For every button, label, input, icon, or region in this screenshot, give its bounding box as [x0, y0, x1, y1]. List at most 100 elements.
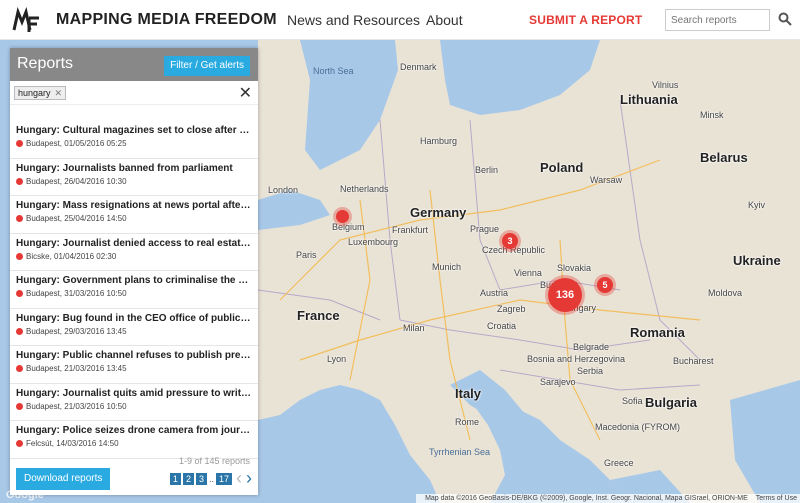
report-title[interactable]: Hungary: Journalist quits amid pressure …: [16, 388, 252, 399]
map-label: Lyon: [327, 354, 347, 364]
filter-tag-label: hungary: [18, 88, 51, 98]
map-label: Vilnius: [652, 80, 679, 90]
map-label: Netherlands: [340, 184, 389, 194]
panel-header: Reports Filter / Get alerts: [10, 48, 258, 81]
page-button[interactable]: 1: [169, 472, 181, 485]
remove-tag-icon[interactable]: ✕: [55, 88, 63, 98]
report-meta: Budapest, 21/03/2016 13:45: [26, 364, 127, 373]
map-label: Luxembourg: [348, 237, 399, 247]
map-label: Frankfurt: [392, 225, 429, 235]
red-dot-icon: [16, 215, 23, 222]
red-dot-icon: [16, 290, 23, 297]
page-button[interactable]: 17: [215, 472, 232, 485]
report-item[interactable]: Hungary: Journalist quits amid pressure …: [10, 384, 258, 421]
active-filters: hungary ✕ ✕: [10, 81, 258, 105]
map-label: Prague: [470, 224, 500, 234]
map-label: Vienna: [514, 268, 542, 278]
map-label: Zagreb: [497, 304, 526, 314]
red-dot-icon: [16, 327, 23, 335]
red-dot-icon: [16, 440, 23, 447]
report-item[interactable]: Hungary: Journalists banned from parliam…: [10, 159, 258, 196]
download-reports-button[interactable]: Download reports: [16, 468, 111, 490]
map-cluster-marker[interactable]: 136: [548, 278, 582, 312]
map-label: Minsk: [700, 110, 724, 120]
report-item[interactable]: Hungary: Bug found in the CEO office of …: [10, 309, 258, 346]
filter-tag[interactable]: hungary ✕: [14, 86, 67, 100]
next-page-icon[interactable]: ›: [246, 468, 252, 489]
map-label: Bucharest: [673, 356, 714, 366]
map-label: Belgrade: [573, 342, 610, 352]
map-label: Denmark: [400, 62, 437, 72]
report-title[interactable]: Hungary: Mass resignations at news porta…: [16, 200, 252, 211]
report-meta: Budapest, 26/04/2016 10:30: [26, 176, 127, 186]
report-title[interactable]: Hungary: Journalist denied access to rea…: [16, 238, 252, 249]
map-cluster-marker[interactable]: 3: [502, 233, 518, 249]
logo-icon[interactable]: [12, 6, 42, 34]
report-meta: Budapest, 01/05/2016 05:25: [26, 139, 127, 148]
report-meta: Bicske, 01/04/2016 02:30: [26, 251, 117, 261]
map-label: Germany: [410, 205, 467, 220]
map-label: Sofia: [622, 396, 643, 406]
map-label: Slovakia: [557, 263, 592, 273]
report-item[interactable]: Hungary: Government plans to criminalise…: [10, 271, 258, 309]
map-marker[interactable]: [336, 210, 349, 223]
report-title[interactable]: Hungary: Government plans to criminalise…: [16, 275, 252, 286]
red-dot-icon: [16, 252, 23, 260]
map-label: Italy: [455, 386, 482, 401]
panel-title: Reports: [17, 55, 74, 72]
submit-report-link[interactable]: SUBMIT A REPORT: [529, 13, 642, 27]
report-item[interactable]: Hungary: Cultural magazines set to close…: [10, 121, 258, 159]
map-label: Paris: [296, 250, 317, 260]
map-label: Hamburg: [420, 136, 458, 146]
attribution-text: Map data ©2016 GeoBasis-DE/BKG (©2009), …: [425, 495, 748, 502]
map-label: Moldova: [708, 288, 743, 298]
map-label: Milan: [403, 323, 425, 333]
nav-news-and-resources[interactable]: News and Resources: [287, 12, 420, 28]
search-icon[interactable]: [778, 12, 792, 26]
nav-about[interactable]: About: [426, 12, 463, 28]
red-dot-icon: [16, 177, 23, 185]
red-dot-icon: [16, 402, 23, 410]
filter-alerts-button[interactable]: Filter / Get alerts: [164, 56, 250, 76]
report-item[interactable]: Hungary: Mass resignations at news porta…: [10, 196, 258, 234]
map-cluster-marker[interactable]: 5: [597, 277, 613, 293]
report-title[interactable]: Hungary: Journalists banned from parliam…: [16, 163, 252, 174]
map-label: Tyrrhenian Sea: [429, 447, 491, 457]
results-count: 1-9 of 145 reports: [178, 456, 250, 466]
clear-filters-icon[interactable]: ✕: [239, 83, 252, 103]
map-label: Kyiv: [748, 200, 766, 210]
map-label: Austria: [480, 288, 509, 298]
map-label: Croatia: [487, 321, 517, 331]
map-label: Belarus: [700, 150, 748, 165]
report-item[interactable]: Hungary: Police seizes drone camera from…: [10, 421, 258, 459]
report-meta: Felcsút, 14/03/2016 14:50: [26, 439, 119, 448]
brand-title[interactable]: MAPPING MEDIA FREEDOM: [56, 11, 277, 29]
report-title[interactable]: Hungary: Cultural magazines set to close…: [16, 125, 252, 136]
map-label: Munich: [432, 262, 462, 272]
map-label: London: [268, 185, 299, 195]
report-title[interactable]: Hungary: Police seizes drone camera from…: [16, 425, 252, 436]
search-input[interactable]: [665, 9, 770, 31]
report-title[interactable]: Hungary: Bug found in the CEO office of …: [16, 313, 252, 324]
page-ellipsis: ..: [208, 473, 214, 484]
terms-link[interactable]: Terms of Use: [756, 495, 797, 502]
map-label: Bosnia and Herzegovina: [527, 354, 626, 364]
prev-page-icon[interactable]: ‹: [236, 468, 242, 489]
map-label: Romania: [630, 325, 685, 340]
red-dot-icon: [16, 140, 23, 147]
map-label: Bulgaria: [645, 395, 698, 410]
page-button[interactable]: 3: [195, 472, 207, 485]
report-meta: Budapest, 21/03/2016 10:50: [26, 401, 127, 411]
report-title[interactable]: Hungary: Public channel refuses to publi…: [16, 350, 252, 361]
report-item[interactable]: Hungary: Journalist denied access to rea…: [10, 234, 258, 271]
page-button[interactable]: 2: [182, 472, 194, 485]
report-item[interactable]: Hungary: Public channel refuses to publi…: [10, 346, 258, 384]
map-label: Lithuania: [620, 92, 678, 107]
map-label: Belgium: [332, 222, 365, 232]
map-label: Ukraine: [733, 253, 781, 268]
red-dot-icon: [16, 365, 23, 372]
map-label: Rome: [455, 417, 480, 427]
report-meta: Budapest, 29/03/2016 13:45: [26, 326, 127, 336]
map-label: Macedonia (FYROM): [595, 422, 681, 432]
map-label: Sarajevo: [540, 377, 576, 387]
